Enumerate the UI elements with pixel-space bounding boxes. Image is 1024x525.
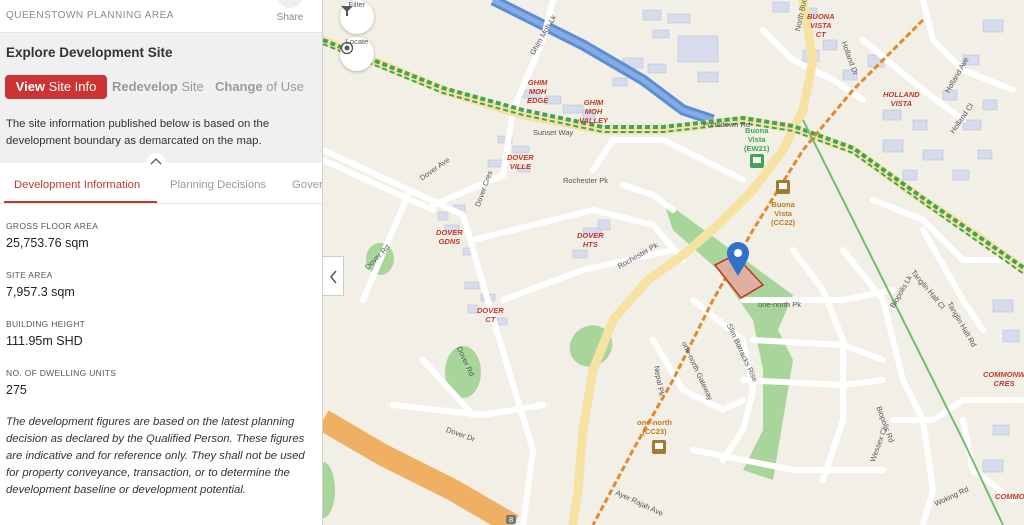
place-label: BUONA VISTA CT <box>807 12 835 39</box>
mrt-station-icon[interactable] <box>750 154 764 168</box>
segment-thin: Site Info <box>48 79 97 94</box>
view-site-info-button[interactable]: View Site Info <box>5 75 107 99</box>
place-label: GHIM MOH VALLEY <box>579 98 609 125</box>
explore-section: Explore Development Site View Site Info … <box>0 33 322 171</box>
gross-floor-area-value: 25,753.76 sqm <box>6 236 89 250</box>
place-label: DOVER VILLE <box>507 153 534 171</box>
change-of-use-button[interactable]: Change of Use <box>215 75 304 99</box>
map-view[interactable]: GHIM MOH EDGE GHIM MOH VALLEY DOVER VILLE D… <box>323 0 1024 525</box>
redevelop-site-button[interactable]: Redevelop Site <box>112 75 204 99</box>
share-label: Share <box>276 12 304 23</box>
place-label: HOLLAND VISTA <box>883 90 920 108</box>
building-height-label: BUILDING HEIGHT <box>6 319 86 329</box>
station-label: Buona Vista (EW21) <box>744 126 770 153</box>
segment-thin: of Use <box>266 79 304 94</box>
dwelling-units-label: NO. OF DWELLING UNITS <box>6 368 117 378</box>
road-label: Portsdown Rd <box>703 120 751 129</box>
building-height-value: 111.95m SHD <box>6 334 83 348</box>
road-label: Sunset Way <box>533 128 574 137</box>
segment-bold: Redevelop <box>112 79 178 94</box>
panel-header: QUEENSTOWN PLANNING AREA Share <box>0 0 322 33</box>
station-label: Buona Vista (CC22) <box>771 200 796 227</box>
road-number-badge: 8 <box>506 515 517 524</box>
collapse-button[interactable] <box>145 153 167 171</box>
mrt-station-icon[interactable] <box>652 440 666 454</box>
dwelling-units-value: 275 <box>6 383 27 397</box>
chevron-up-icon <box>147 153 165 171</box>
site-area-value: 7,957.3 sqm <box>6 285 75 299</box>
place-label: GHIM MOH EDGE <box>527 78 549 105</box>
share-button[interactable]: Share <box>270 0 310 32</box>
gross-floor-area-label: GROSS FLOOR AREA <box>6 221 99 231</box>
map-canvas[interactable] <box>323 0 1024 525</box>
explore-title: Explore Development Site <box>6 45 173 60</box>
locate-icon <box>340 41 354 55</box>
road-label: Rochester Pk <box>563 176 609 185</box>
tab-development-information[interactable]: Development Information <box>14 179 140 191</box>
place-label: DOVER GDNS <box>436 228 463 246</box>
site-area-label: SITE AREA <box>6 270 53 280</box>
site-info-description: The site information published below is … <box>6 118 270 147</box>
mrt-station-icon[interactable] <box>776 180 790 194</box>
planning-area-name: QUEENSTOWN PLANNING AREA <box>6 10 174 21</box>
place-label: COMMONW CRES <box>983 370 1024 388</box>
locate-button[interactable]: Locate <box>340 37 374 71</box>
segment-bold: View <box>15 79 46 94</box>
side-panel: QUEENSTOWN PLANNING AREA Share Explore D… <box>0 0 323 525</box>
segment-bold: Change <box>215 79 263 94</box>
filter-icon <box>341 6 353 16</box>
place-label: COMMONW <box>995 492 1024 501</box>
road-label: one-north Pk <box>758 300 801 309</box>
info-tabs: Development Information Planning Decisio… <box>0 168 322 204</box>
station-label: one-north (CC23) <box>637 418 672 436</box>
share-icon <box>277 0 303 8</box>
segment-thin: Site <box>181 79 204 94</box>
active-tab-indicator <box>4 201 157 203</box>
filter-button[interactable]: Filter <box>340 0 374 34</box>
place-label: DOVER CT <box>477 306 504 324</box>
panel-toggle-button[interactable] <box>323 256 344 296</box>
tab-government[interactable]: Gover <box>292 179 322 191</box>
chevron-left-icon <box>330 270 337 284</box>
tab-planning-decisions[interactable]: Planning Decisions <box>170 179 266 191</box>
disclaimer-text: The development figures are based on the… <box>6 416 305 496</box>
place-label: DOVER HTS <box>577 231 604 249</box>
